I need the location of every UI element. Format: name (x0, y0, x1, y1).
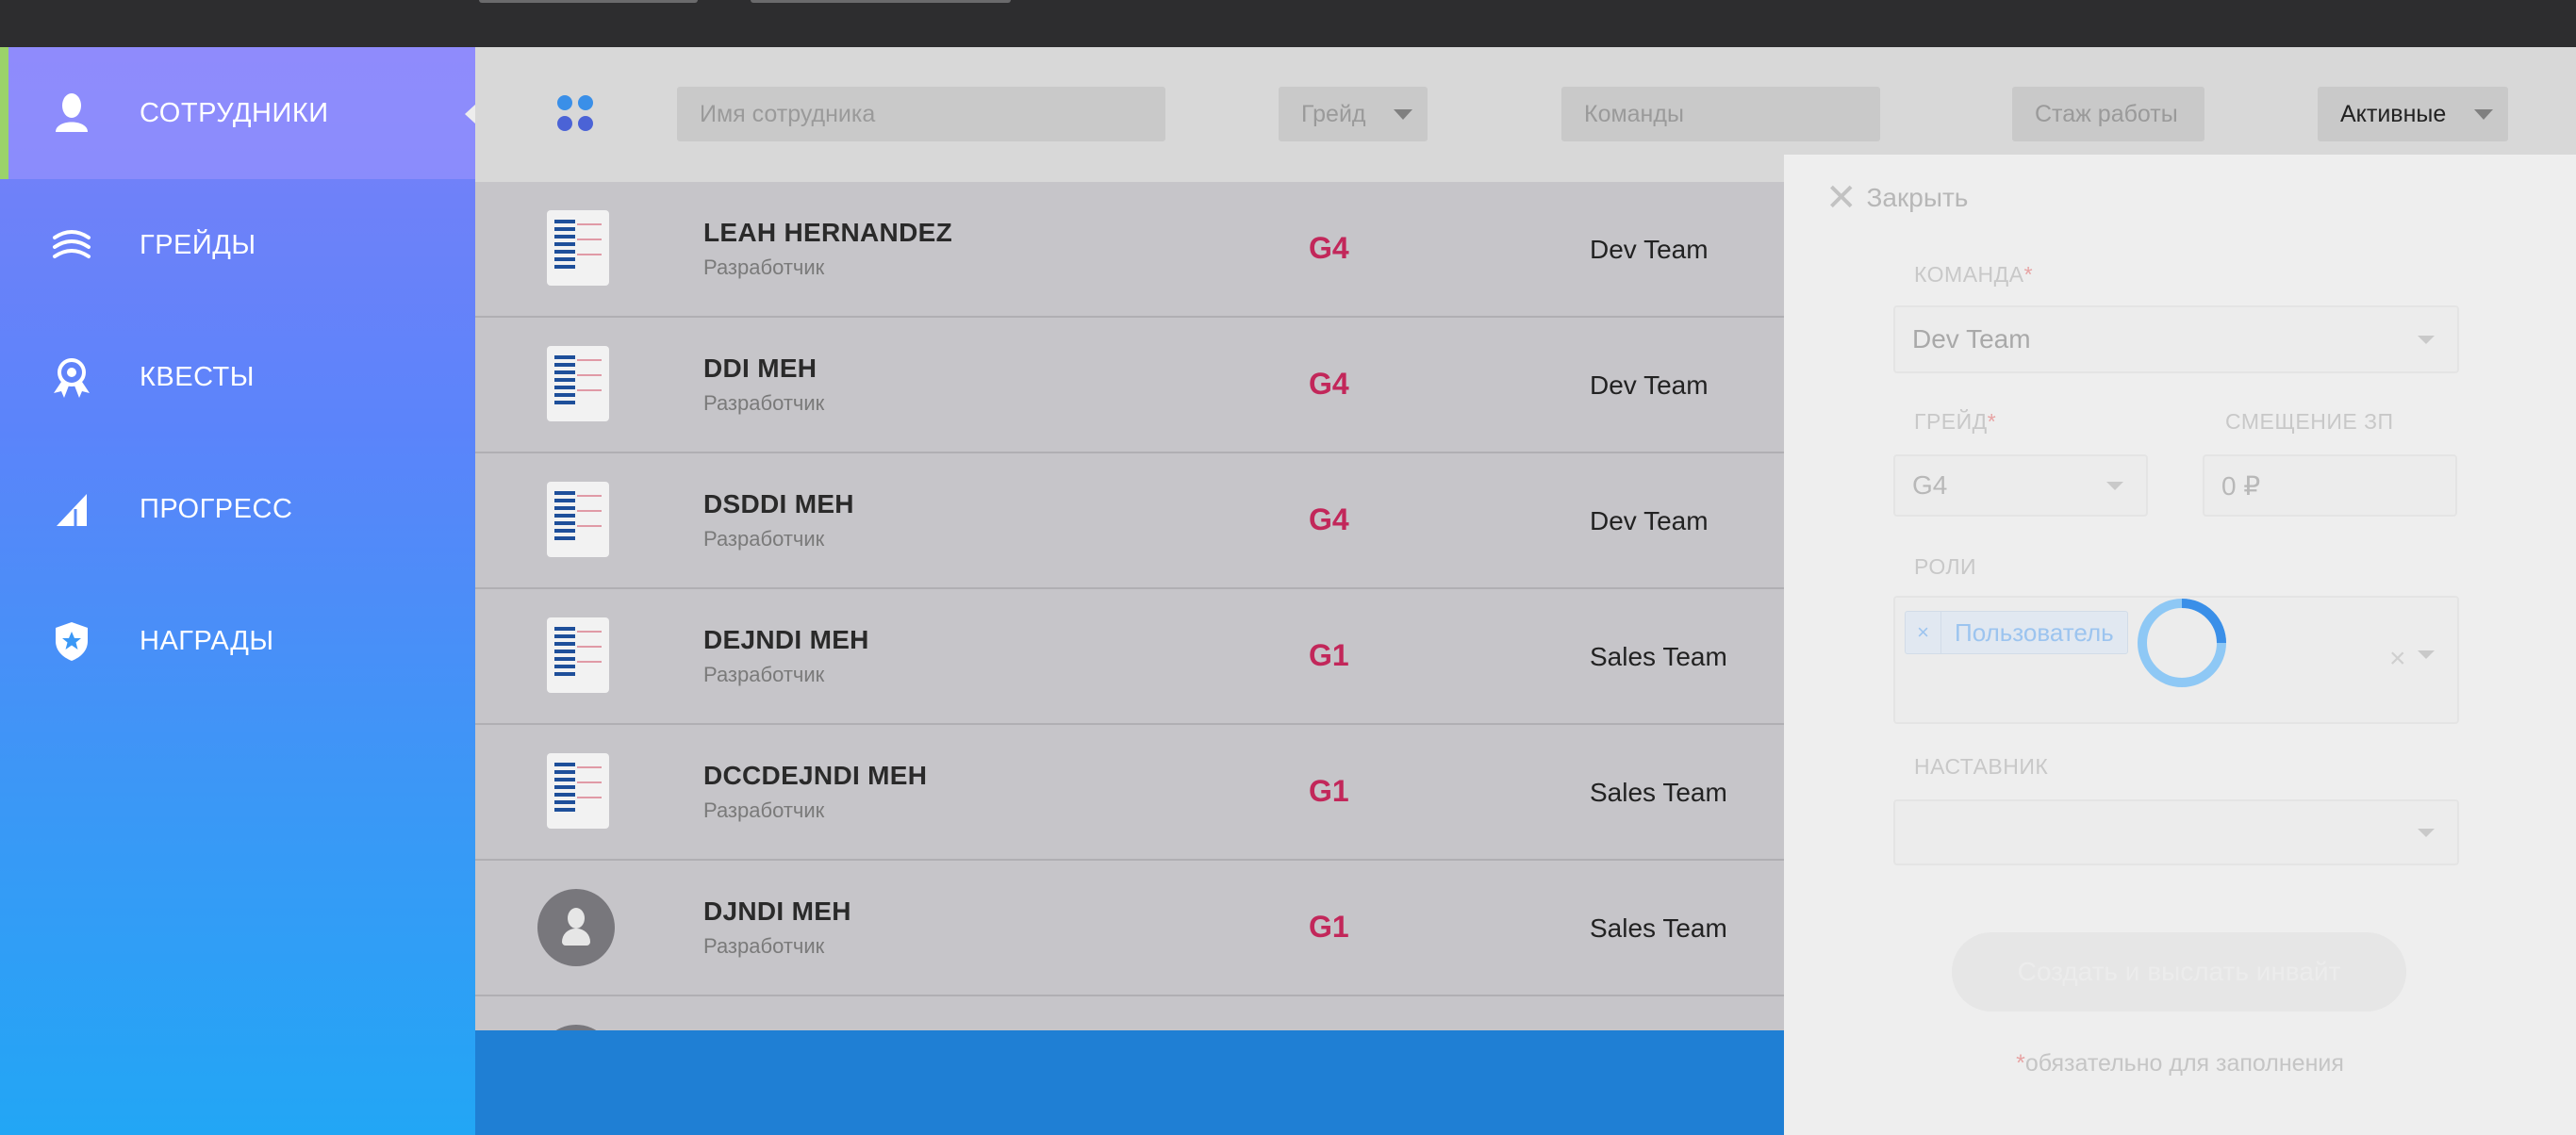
employee-role: Разработчик (703, 663, 825, 686)
teams-filter-input[interactable]: Команды (1561, 87, 1880, 141)
grade-label: ГРЕЙД* (1914, 409, 1997, 434)
sidebar-item-grades[interactable]: ГРЕЙДЫ (0, 179, 475, 311)
salary-offset-input[interactable]: 0 ₽ (2203, 454, 2457, 517)
employee-name-input[interactable]: Имя сотрудника (677, 87, 1165, 141)
person-icon (49, 90, 94, 136)
close-icon: ✕ (1825, 177, 1858, 219)
employee-team: Dev Team (1590, 370, 1709, 400)
chevron-down-icon (2474, 109, 2493, 120)
employee-role: Разработчик (703, 934, 825, 958)
status-filter-select[interactable]: Активные (2318, 87, 2508, 141)
shield-star-icon (49, 618, 94, 664)
team-select[interactable]: Dev Team (1893, 305, 2459, 373)
grade-select[interactable]: G4 (1893, 454, 2148, 517)
sidebar-item-quests[interactable]: КВЕСТЫ (0, 311, 475, 443)
avatar (537, 889, 615, 966)
salary-offset-value: 0 ₽ (2221, 470, 2261, 501)
avatar (547, 482, 609, 557)
mentor-label: НАСТАВНИК (1914, 754, 2049, 779)
employee-role: Разработчик (703, 391, 825, 415)
sidebar-item-rewards[interactable]: НАГРАДЫ (0, 575, 475, 707)
chevron-down-icon (2418, 829, 2435, 837)
avatar (537, 1025, 615, 1030)
employee-team: Dev Team (1590, 506, 1709, 535)
employee-grade: G1 (1309, 774, 1349, 808)
sidebar-item-label: КВЕСТЫ (140, 361, 255, 392)
medal-icon (49, 354, 94, 400)
avatar (547, 753, 609, 829)
sidebar-item-label: ПРОГРЕСС (140, 493, 293, 524)
grade-filter-select[interactable]: Грейд (1279, 87, 1428, 141)
close-button[interactable]: ✕ Закрыть (1825, 179, 1968, 217)
mentor-select[interactable] (1893, 799, 2459, 865)
avatar (547, 617, 609, 693)
team-label: КОМАНДА* (1914, 262, 2034, 287)
sidebar-item-label: СОТРУДНИКИ (140, 97, 329, 128)
remove-tag-icon[interactable]: × (1906, 612, 1941, 653)
avatar (547, 346, 609, 421)
employee-name: DDI MEH (703, 354, 817, 383)
chevron-down-icon (1394, 109, 1412, 120)
status-filter-value: Активные (2340, 100, 2447, 127)
required-note: *обязательно для заполнения (2016, 1050, 2344, 1077)
employee-team: Sales Team (1590, 913, 1727, 943)
employee-team: Sales Team (1590, 778, 1727, 807)
employee-drawer: ✕ Закрыть КОМАНДА* Dev Team ГРЕЙД* G4 СМ… (1784, 155, 2576, 1135)
salary-offset-label: СМЕЩЕНИЕ ЗП (2225, 409, 2394, 434)
create-invite-button[interactable]: Создать и выслать инвайт (1952, 932, 2406, 1012)
chevron-down-icon (2106, 482, 2123, 490)
role-tag[interactable]: × Пользователь (1905, 611, 2128, 654)
employee-grade: G4 (1309, 367, 1349, 401)
employee-grade: G1 (1309, 638, 1349, 672)
grade-select-value: G4 (1912, 470, 1948, 500)
grade-filter-label: Грейд (1301, 100, 1366, 127)
employee-name: DJNDI MEH (703, 896, 851, 926)
signal-icon (49, 486, 94, 532)
loading-spinner-icon (2138, 599, 2226, 687)
top-tab-stub (479, 0, 698, 3)
clear-roles-icon[interactable]: × (2389, 643, 2406, 675)
close-label: Закрыть (1866, 183, 1969, 212)
employee-team: Sales Team (1590, 642, 1727, 671)
sidebar: СОТРУДНИКИ ГРЕЙДЫ КВЕСТЫ ПРОГРЕСС НАГРАД… (0, 47, 476, 1135)
employee-grade: G4 (1309, 502, 1349, 536)
sidebar-item-label: НАГРАДЫ (140, 625, 274, 656)
top-tab-stub (751, 0, 1011, 3)
team-select-value: Dev Team (1912, 324, 2031, 354)
chevron-down-icon (2418, 336, 2435, 344)
employee-name: DSDDI MEH (703, 489, 854, 518)
top-bar (0, 0, 2576, 47)
employee-grade: G1 (1309, 910, 1349, 944)
employee-name: DEJNDI MEH (703, 625, 869, 654)
experience-filter-button[interactable]: Стаж работы (2012, 87, 2204, 141)
avatar (547, 210, 609, 286)
roles-label: РОЛИ (1914, 554, 1977, 579)
chevron-down-icon (2418, 650, 2435, 659)
role-tag-label: Пользователь (1955, 617, 2114, 647)
employee-name: DCCDEJNDI MEH (703, 761, 928, 790)
employee-name: LEAH HERNANDEZ (703, 218, 952, 247)
employee-role: Разработчик (703, 527, 825, 551)
sidebar-item-employees[interactable]: СОТРУДНИКИ (0, 47, 476, 179)
employee-grade: G4 (1309, 231, 1349, 265)
sidebar-item-progress[interactable]: ПРОГРЕСС (0, 443, 475, 575)
layers-icon (49, 222, 94, 268)
employee-team: Dev Team (1590, 235, 1709, 264)
grid-dots-icon[interactable] (554, 92, 596, 134)
employee-role: Разработчик (703, 255, 825, 279)
sidebar-item-label: ГРЕЙДЫ (140, 229, 256, 260)
employee-role: Разработчик (703, 798, 825, 822)
